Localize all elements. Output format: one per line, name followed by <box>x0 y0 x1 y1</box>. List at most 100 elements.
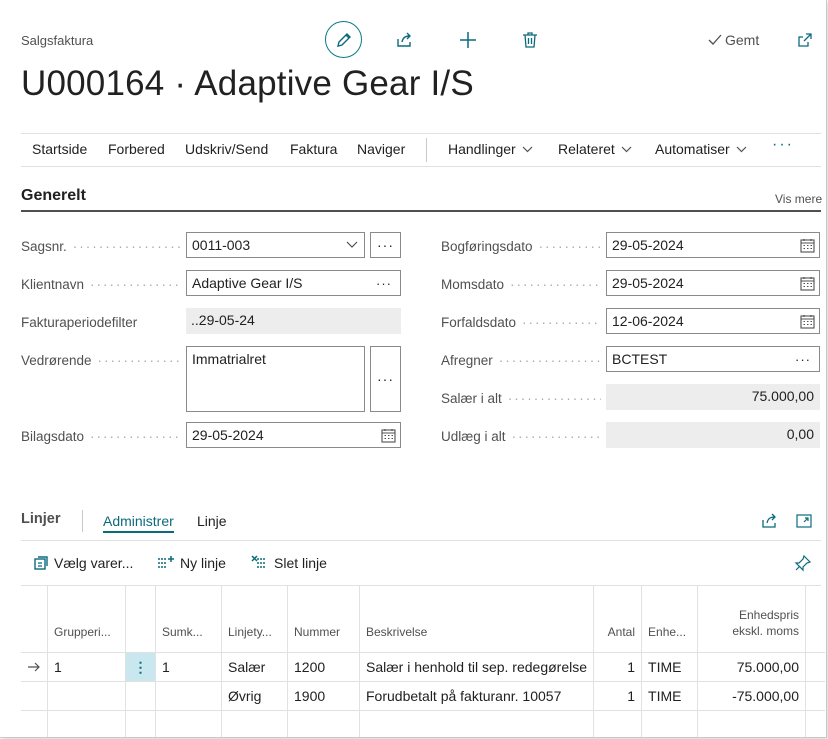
action-bar: Startside Forbered Udskriv/Send Faktura … <box>21 133 821 167</box>
cell-gruppering[interactable] <box>47 681 126 711</box>
action-naviger[interactable]: Naviger <box>357 141 405 157</box>
cell-empty[interactable] <box>221 710 288 737</box>
cell-empty[interactable] <box>641 710 698 737</box>
cell-empty[interactable] <box>47 710 126 737</box>
open-new-window-button[interactable] <box>794 29 816 51</box>
cell-empty[interactable] <box>593 710 642 737</box>
section-title-general: Generelt <box>21 187 86 204</box>
page-title: U000164 · Adaptive Gear I/S <box>21 64 474 103</box>
field-label-salaer: Salær i alt························· <box>441 391 601 406</box>
cell-beskrivelse[interactable]: Salær i henhold til sep. redegørelse <box>358 652 594 682</box>
calendar-icon[interactable] <box>799 275 815 291</box>
chevron-down-icon <box>344 237 360 253</box>
cell-enhedspris[interactable]: -75.000,00 <box>697 681 806 711</box>
header-menu-col <box>125 585 156 653</box>
forfaldsdato-input[interactable]: 12-06-2024 <box>606 308 820 334</box>
action-faktura[interactable]: Faktura <box>290 141 337 157</box>
cell-linjetype[interactable]: Salær <box>221 652 288 682</box>
cell-enhedspris[interactable]: 75.000,00 <box>697 652 806 682</box>
sagsnr-value: 0011-003 <box>192 237 251 253</box>
expand-icon <box>796 514 812 528</box>
cell-nummer[interactable]: 1200 <box>287 652 360 682</box>
table-row[interactable]: 1 ⋮ 1 Salær 1200 Salær i henhold til sep… <box>21 652 825 682</box>
action-automatiser[interactable]: Automatiser <box>655 141 747 157</box>
delete-line-label: Slet linje <box>274 555 327 571</box>
lines-expand-button[interactable] <box>793 510 815 532</box>
tab-administrer[interactable]: Administrer <box>103 513 174 533</box>
column-header-gruppering[interactable]: Grupperi... <box>47 585 126 653</box>
column-header-linjetype[interactable]: Linjety... <box>221 585 288 653</box>
personalize-button[interactable] <box>794 554 812 572</box>
momsdato-input[interactable]: 29-05-2024 <box>606 270 820 296</box>
row-indicator <box>21 681 48 711</box>
catalog-icon <box>34 556 48 570</box>
field-label-udlaeg: Udlæg i alt························· <box>441 429 601 444</box>
table-row[interactable]: Øvrig 1900 Forudbetalt på fakturanr. 100… <box>21 681 825 711</box>
action-forbered[interactable]: Forbered <box>108 141 165 157</box>
popout-icon <box>798 33 812 47</box>
show-more-link[interactable]: Vis mere <box>775 192 822 206</box>
pencil-icon <box>336 32 351 47</box>
klientnavn-lookup-icon[interactable]: ··· <box>376 275 392 291</box>
cell-enhed[interactable]: TIME <box>641 681 698 711</box>
column-header-enhedspris[interactable]: Enhedspris ekskl. moms <box>697 585 806 653</box>
edit-button[interactable] <box>325 21 362 58</box>
more-actions-button[interactable]: ··· <box>772 136 794 154</box>
share-button[interactable] <box>394 29 416 51</box>
cell-linjetype[interactable]: Øvrig <box>221 681 288 711</box>
sagsnr-dropdown[interactable]: 0011-003 <box>186 232 365 258</box>
cell-empty[interactable] <box>697 710 806 737</box>
afregner-input[interactable]: BCTEST ··· <box>606 346 820 372</box>
cell-empty[interactable] <box>358 710 594 737</box>
page-frame: Salgsfaktura Gemt U000164 · Adaptive Gea… <box>0 0 827 738</box>
bilagsdato-input[interactable]: 29-05-2024 <box>186 422 401 448</box>
cell-empty[interactable] <box>287 710 360 737</box>
cell-sumkode[interactable] <box>155 681 222 711</box>
action-relateret[interactable]: Relateret <box>558 141 632 157</box>
choose-items-button[interactable]: Vælg varer... <box>33 555 133 571</box>
bogfoeringsdato-input[interactable]: 29-05-2024 <box>606 232 820 258</box>
afregner-lookup-icon[interactable]: ··· <box>795 351 811 367</box>
row-actions-icon[interactable]: ⋮ <box>125 652 156 682</box>
delete-line-button[interactable]: Slet linje <box>251 555 327 571</box>
klientnavn-input[interactable]: Adaptive Gear I/S ··· <box>186 270 401 296</box>
cell-extra <box>805 652 825 682</box>
lines-table: Grupperi... Sumk... Linjety... Nummer Be… <box>21 585 825 737</box>
vedroerende-textarea[interactable]: Immatrialret <box>186 346 365 412</box>
section-divider <box>21 210 821 212</box>
column-header-antal[interactable]: Antal <box>593 585 642 653</box>
cell-beskrivelse[interactable]: Forudbetalt på fakturanr. 10057 <box>358 681 594 711</box>
calendar-icon[interactable] <box>380 427 396 443</box>
cell-gruppering[interactable]: 1 <box>47 652 126 682</box>
action-handlinger[interactable]: Handlinger <box>448 141 533 157</box>
field-label-momsdato: Momsdato························· <box>441 277 601 292</box>
row-actions-cell[interactable] <box>125 681 156 711</box>
cell-empty[interactable] <box>125 710 156 737</box>
saved-label: Gemt <box>725 32 760 48</box>
table-row-empty[interactable] <box>21 710 825 737</box>
current-row-arrow-icon <box>21 652 48 682</box>
sagsnr-lookup-button[interactable]: ··· <box>370 232 401 258</box>
column-header-sumkode[interactable]: Sumk... <box>155 585 222 653</box>
cell-enhed[interactable]: TIME <box>641 652 698 682</box>
cell-antal[interactable]: 1 <box>593 652 642 682</box>
delete-button[interactable] <box>519 29 541 51</box>
new-button[interactable] <box>457 29 479 51</box>
action-startside[interactable]: Startside <box>32 141 87 157</box>
lines-share-button[interactable] <box>759 510 781 532</box>
cell-empty[interactable] <box>155 710 222 737</box>
column-header-enhed[interactable]: Enhe... <box>641 585 698 653</box>
cell-antal[interactable]: 1 <box>593 681 642 711</box>
new-line-button[interactable]: Ny linje <box>157 555 226 571</box>
calendar-icon[interactable] <box>799 237 815 253</box>
header-arrow-col <box>21 585 48 653</box>
cell-nummer[interactable]: 1900 <box>287 681 360 711</box>
column-header-nummer[interactable]: Nummer <box>287 585 360 653</box>
tab-linje[interactable]: Linje <box>197 513 227 529</box>
vedroerende-expand-button[interactable]: ··· <box>370 346 401 412</box>
column-header-beskrivelse[interactable]: Beskrivelse <box>358 585 594 653</box>
calendar-icon[interactable] <box>799 313 815 329</box>
action-udskriv-send[interactable]: Udskriv/Send <box>185 141 268 157</box>
cell-sumkode[interactable]: 1 <box>155 652 222 682</box>
share-icon <box>397 32 411 47</box>
